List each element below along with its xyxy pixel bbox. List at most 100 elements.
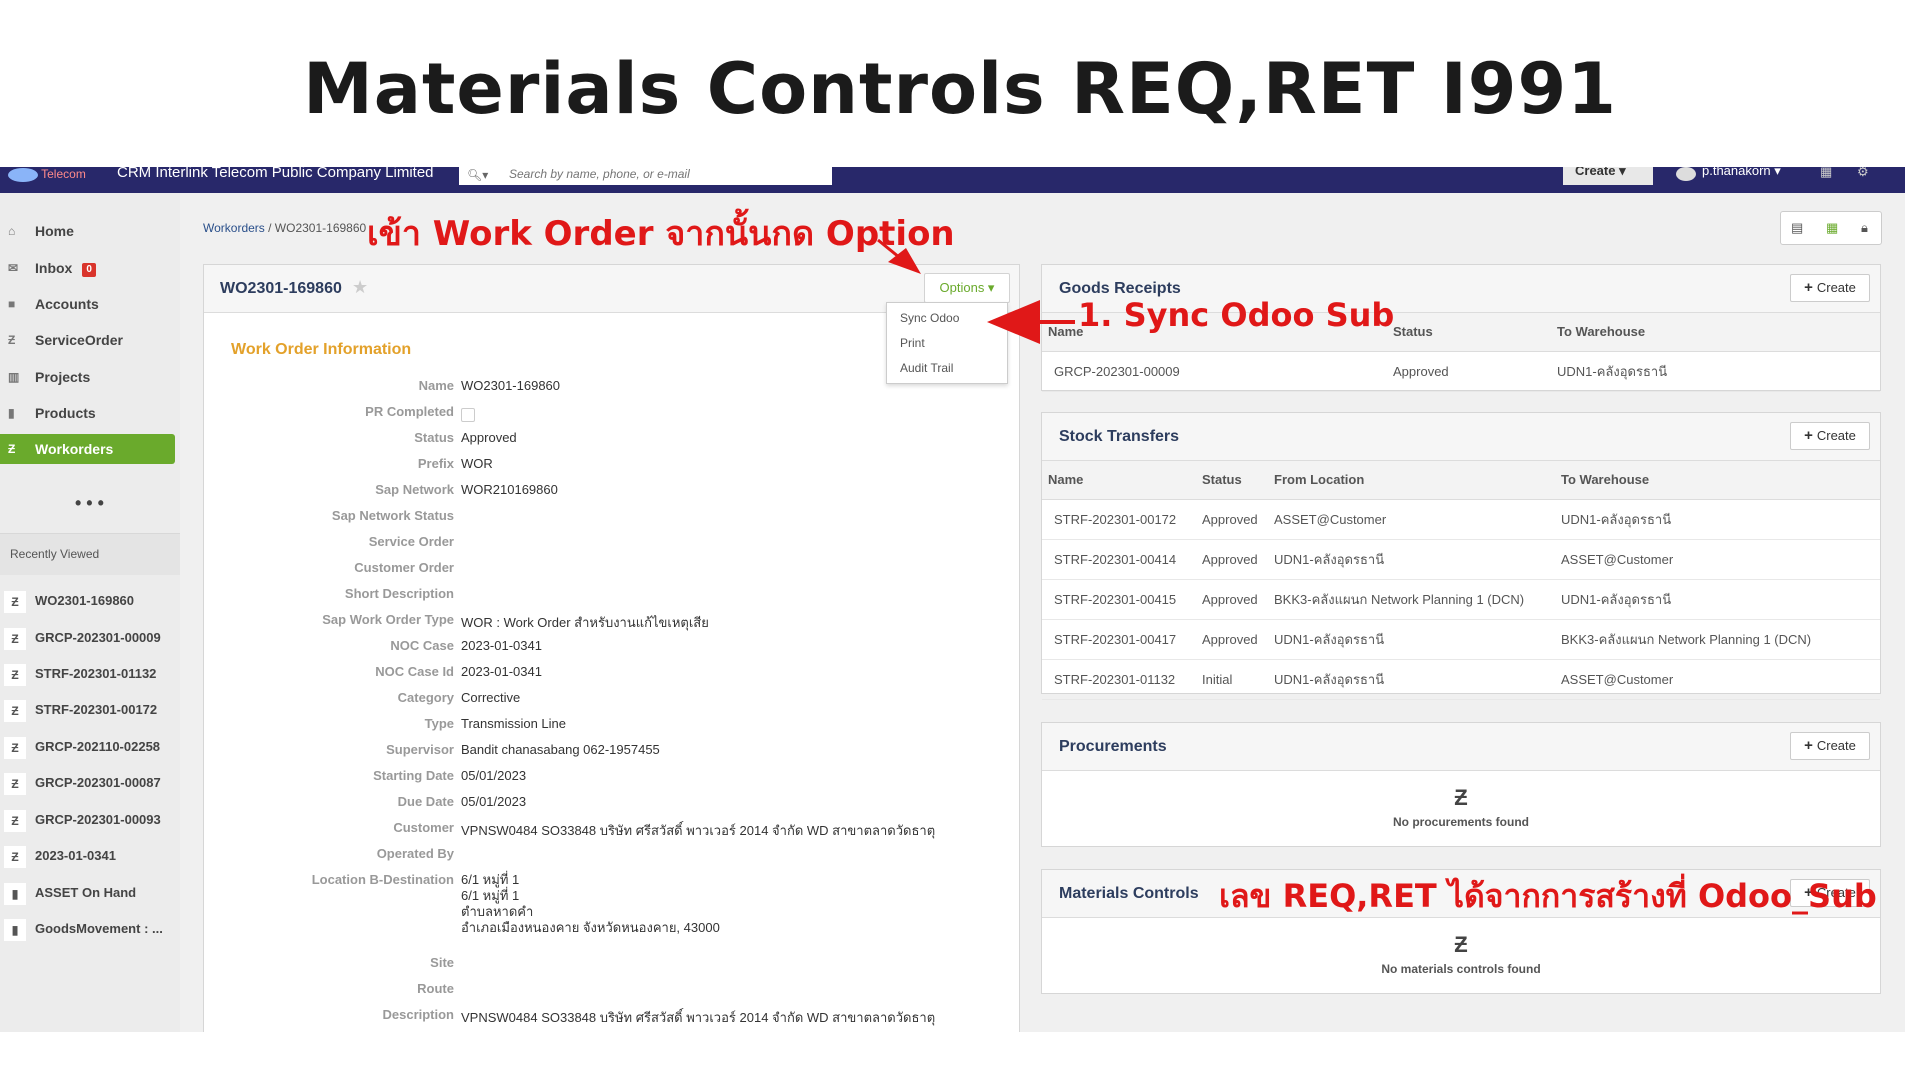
recent-item-label: STRF-202301-00172 [35,702,158,717]
breadcrumb-workorders-link[interactable]: Workorders [203,221,265,235]
sidebar-item-label: Workorders [35,441,114,457]
cell-status: Approved [1196,619,1268,660]
breadcrumb-current: / WO2301-169860 [264,221,367,235]
z-logo-icon: Ƶ [1454,932,1468,957]
workorder-id: WO2301-169860 [220,280,342,297]
box-icon: ▮ [8,406,15,420]
menu-item-print[interactable]: Print [900,336,925,350]
inbox-count-badge: 0 [82,263,96,277]
view-toggle-group: ▤ ▦ 🔒︎ [1780,211,1882,245]
sidebar-item-inbox[interactable]: ✉ Inbox 0 [0,253,180,283]
search-input[interactable] [509,167,809,181]
workorder-detail-panel: WO2301-169860 ★ Options ▾ Sync Odoo Prin… [203,264,1020,1032]
recent-item[interactable]: Ƶ 2023-01-0341 [0,841,180,871]
table-row[interactable]: STRF-202301-00415 Approved BKK3-คลังแผนก… [1042,579,1880,620]
cell-from-location: BKK3-คลังแผนก Network Planning 1 (DCN) [1268,579,1555,620]
cell-name[interactable]: STRF-202301-00417 [1042,619,1196,660]
more-menu-button[interactable]: • • • [75,493,104,514]
username: p.thanakorn ▾ [1702,167,1781,178]
sidebar-item-label: Projects [35,369,91,385]
recent-item-label: STRF-202301-01132 [35,666,157,681]
table-row[interactable]: STRF-202301-00172 Approved ASSET@Custome… [1042,499,1880,540]
annotation-req-ret-number: เลข REQ,RET ได้จากการสร้างที่ Odoo_Sub [1219,877,1877,915]
breadcrumb: Workorders / WO2301-169860 [203,221,366,235]
field-label: Short Description [344,586,454,601]
cell-name[interactable]: STRF-202301-00415 [1042,579,1196,620]
global-search[interactable]: 🔍︎▾ [459,167,832,185]
stock-transfer-create-button[interactable]: + Create [1790,422,1870,450]
company-logo[interactable]: Telecom [8,167,103,185]
grid-icon[interactable]: ▦ [1826,220,1838,236]
field-label: Sap Network [375,482,454,497]
procurements-panel: Procurements + Create Ƶ No procurements fo… [1041,722,1881,847]
slide: Materials Controls REQ,RET I991 Telecom … [0,0,1920,1080]
cell-from-location: ASSET@Customer [1268,499,1555,540]
recent-item[interactable]: ▮ ASSET On Hand [0,878,180,908]
recent-item-label: 2023-01-0341 [35,848,116,863]
z-logo-icon: Ƶ [1454,785,1468,810]
pr-completed-checkbox[interactable] [461,408,475,422]
table-row[interactable]: STRF-202301-00417 Approved UDN1-คลังอุดร… [1042,619,1880,660]
recent-item[interactable]: ▮ GoodsMovement : ... [0,914,180,944]
field-value-starting-date: 05/01/2023 [461,768,527,783]
star-icon[interactable]: ★ [352,277,368,298]
sidebar-item-accounts[interactable]: ■ Accounts [0,289,180,319]
options-button[interactable]: Options ▾ [924,273,1010,303]
procurement-create-button[interactable]: + Create [1790,732,1870,760]
cell-from-location: UDN1-คลังอุดรธานี [1268,659,1555,700]
recent-item[interactable]: Ƶ GRCP-202301-00009 [0,623,180,653]
sidebar-item-workorders[interactable]: Ƶ Workorders [0,434,175,464]
menu-item-audit-trail[interactable]: Audit Trail [900,361,953,375]
recent-item[interactable]: Ƶ WO2301-169860 [0,586,180,616]
column-header: Name [1042,461,1196,500]
empty-state: Ƶ No materials controls found [1042,932,1880,976]
create-menu-button[interactable]: Create ▾ [1563,167,1653,185]
z-icon: Ƶ [4,664,26,686]
table-row[interactable]: GRCP-202301-00009 Approved UDN1-คลังอุดร… [1042,351,1880,392]
cell-name[interactable]: GRCP-202301-00009 [1042,351,1387,392]
z-icon: Ƶ [4,700,26,722]
cell-warehouse: UDN1-คลังอุดรธานี [1551,351,1880,392]
options-dropdown-menu: Sync Odoo Print Audit Trail [886,302,1008,384]
briefcase-icon: ▥ [8,370,20,384]
lock-icon[interactable]: 🔒︎ [1861,220,1868,236]
sidebar-item-serviceorder[interactable]: Ƶ ServiceOrder [0,325,180,355]
recent-item[interactable]: Ƶ GRCP-202301-00087 [0,768,180,798]
recent-item[interactable]: Ƶ GRCP-202301-00093 [0,805,180,835]
cell-to-warehouse: ASSET@Customer [1555,659,1880,700]
sidebar-item-home[interactable]: ⌂ Home [0,216,180,246]
field-value-description: VPNSW0484 SO33848 บริษัท ศรีสวัสดิ์ พาวเ… [461,1010,936,1025]
recent-item[interactable]: Ƶ STRF-202301-00172 [0,695,180,725]
field-label: Sap Network Status [331,508,454,523]
goods-receipt-create-button[interactable]: + Create [1790,274,1870,302]
field-label: Sap Work Order Type [322,612,454,627]
cell-name[interactable]: STRF-202301-00172 [1042,499,1196,540]
sidebar-item-label: Products [35,405,96,421]
sidebar-item-products[interactable]: ▮ Products [0,398,180,428]
cell-from-location: UDN1-คลังอุดรธานี [1268,619,1555,660]
section-title: Work Order Information [231,341,412,358]
calendar-icon[interactable]: ▦ [1820,167,1832,178]
column-header: Status [1196,461,1268,500]
table-row[interactable]: STRF-202301-01132 Initial UDN1-คลังอุดรธ… [1042,659,1880,700]
cell-name[interactable]: STRF-202301-00414 [1042,539,1196,580]
cell-name[interactable]: STRF-202301-01132 [1042,659,1196,700]
table-row[interactable]: STRF-202301-00414 Approved UDN1-คลังอุดร… [1042,539,1880,580]
gear-icon[interactable]: ⚙ [1857,167,1869,178]
sidebar-item-projects[interactable]: ▥ Projects [0,362,180,392]
procurements-header: Procurements + Create [1042,723,1880,771]
menu-item-sync-odoo[interactable]: Sync Odoo [900,311,959,325]
panel-title: Stock Transfers [1059,428,1180,445]
recent-item-label: GRCP-202110-02258 [35,739,161,754]
user-menu[interactable]: p.thanakorn ▾ [1676,167,1781,181]
search-icon[interactable]: 🔍︎▾ [467,168,488,182]
recent-item[interactable]: Ƶ STRF-202301-01132 [0,659,180,689]
field-label: Customer [393,820,454,835]
recent-item[interactable]: Ƶ GRCP-202110-02258 [0,732,180,762]
annotation-open-workorder: เข้า Work Order จากนั้นกด Option [367,214,955,254]
layout-icon[interactable]: ▤ [1791,220,1803,236]
field-label: PR Completed [365,404,454,419]
field-value-due-date: 05/01/2023 [461,794,527,809]
empty-message: No procurements found [1392,815,1529,829]
field-value-sap-work-order-type: WOR : Work Order สำหรับงานแก้ไขเหตุเสีย [461,615,709,630]
